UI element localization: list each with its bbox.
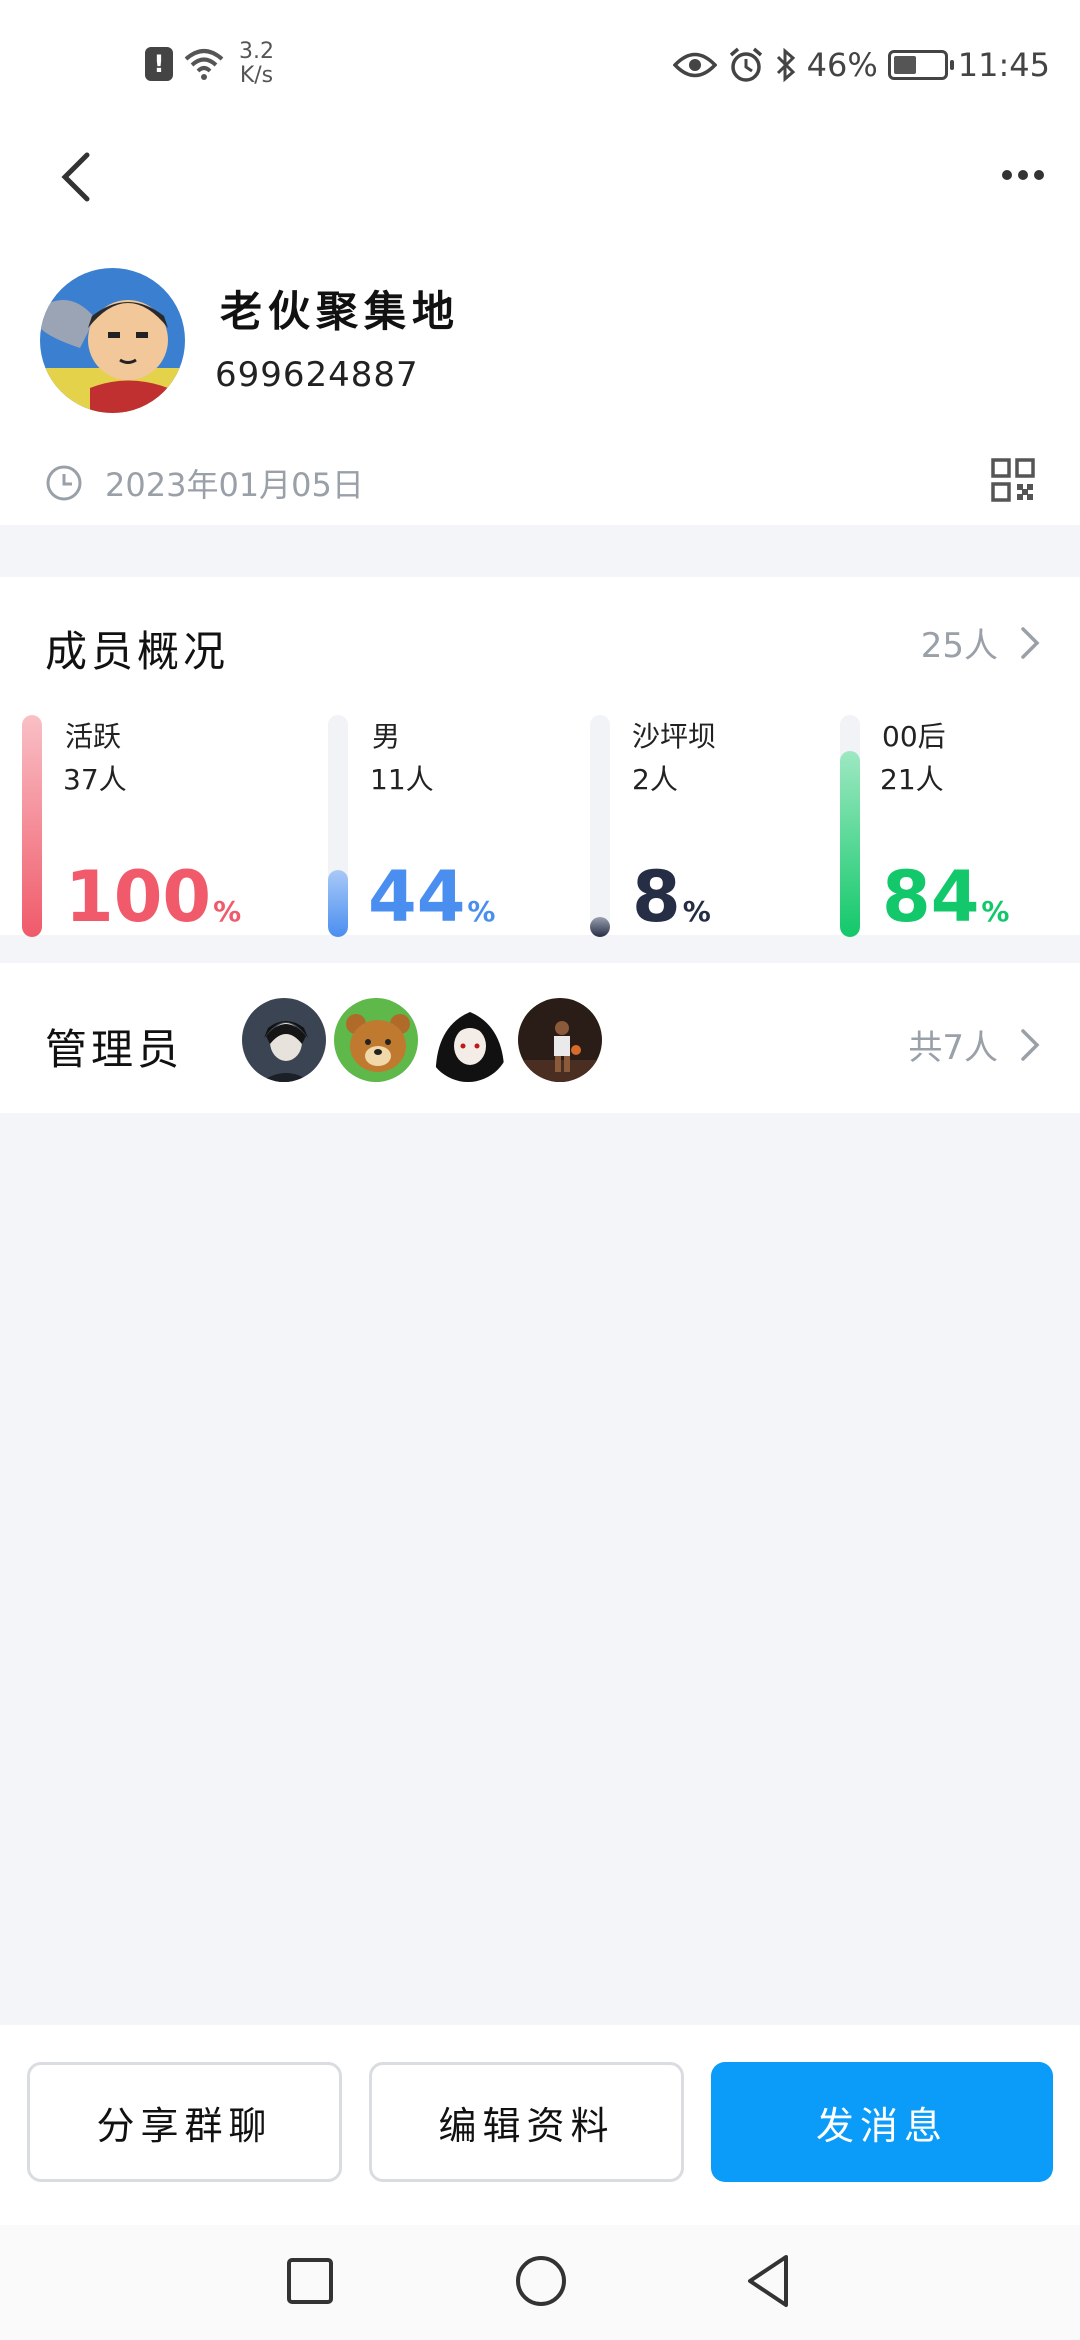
battery-percent: 46%: [806, 46, 878, 84]
admin-avatar[interactable]: [516, 996, 604, 1084]
stat-percent-unit: %: [981, 895, 1010, 928]
stat-bar-male: [328, 715, 348, 937]
bluetooth-icon: [776, 47, 795, 83]
stat-label-region: 沙坪坝: [632, 720, 717, 753]
admin-avatar[interactable]: [240, 996, 328, 1084]
stat-percent-male: 44%: [368, 862, 495, 947]
clock-time: 11:45: [957, 46, 1050, 84]
stat-percent-value: 100: [65, 856, 212, 938]
square-icon: [287, 2258, 333, 2304]
admins-title: 管理员: [45, 1025, 184, 1074]
member-total: 25人: [920, 626, 998, 666]
network-speed: 3.2 K/s: [239, 40, 274, 88]
stat-percent-post00: 84%: [882, 862, 1009, 947]
circle-icon: [516, 2256, 566, 2306]
stat-percent-unit: %: [682, 895, 711, 928]
stat-label-active: 活跃: [65, 720, 122, 753]
stat-count-male: 11人: [370, 763, 434, 796]
triangle-back-icon: [748, 2255, 788, 2307]
more-dot: [1002, 170, 1012, 180]
stat-bar-region: [590, 715, 610, 937]
alert-icon: !: [145, 47, 173, 81]
member-overview-title: 成员概况: [45, 627, 230, 676]
admins-total: 共7人: [908, 1028, 998, 1068]
stat-percent-value: 44: [368, 856, 466, 938]
group-name: 老伙聚集地: [220, 287, 461, 336]
stat-label-post00: 00后: [882, 720, 946, 753]
status-right: 46% 11:45: [672, 46, 1050, 84]
stat-bar-post00: [840, 715, 860, 937]
share-group-button[interactable]: 分享群聊: [27, 2062, 342, 2182]
stat-count-post00: 21人: [880, 763, 944, 796]
stat-label-male: 男: [372, 720, 401, 753]
back-button[interactable]: [40, 142, 110, 212]
member-total-link[interactable]: 25人: [921, 618, 1040, 667]
stat-count-region: 2人: [632, 763, 678, 796]
network-speed-unit: K/s: [239, 63, 274, 88]
status-left: ! 3.2 K/s: [145, 40, 274, 88]
created-date: 2023年01月05日: [105, 466, 364, 504]
chevron-right-icon: [1021, 626, 1040, 659]
admin-avatar[interactable]: [424, 996, 512, 1084]
stat-percent-region: 8%: [632, 862, 711, 947]
more-dot: [1018, 170, 1028, 180]
recents-button[interactable]: [286, 2257, 334, 2309]
admins-total-link[interactable]: 共7人: [908, 1020, 1040, 1069]
stat-count-active: 37人: [63, 763, 127, 796]
alarm-icon: [729, 47, 762, 82]
admin-avatar[interactable]: [332, 996, 420, 1084]
qr-code-button[interactable]: [991, 458, 1035, 502]
send-message-button[interactable]: 发消息: [711, 2062, 1053, 2182]
group-id: 699624887: [215, 355, 419, 395]
more-button[interactable]: [988, 150, 1058, 200]
created-date-row: 2023年01月05日: [45, 460, 364, 506]
stat-percent-unit: %: [467, 895, 496, 928]
stat-percent-value: 8: [632, 856, 681, 938]
nav-back-button[interactable]: [744, 2253, 792, 2313]
stat-bar-active: [22, 715, 42, 937]
group-avatar[interactable]: [40, 268, 185, 413]
battery-icon: [887, 50, 954, 80]
chevron-left-icon: [61, 152, 90, 202]
wifi-icon: [184, 49, 224, 80]
chevron-right-icon: [1021, 1028, 1040, 1061]
stat-percent-unit: %: [213, 895, 242, 928]
network-speed-value: 3.2: [239, 39, 274, 64]
eye-icon: [672, 52, 717, 78]
qr-code-icon: [991, 458, 1035, 502]
edit-profile-button[interactable]: 编辑资料: [369, 2062, 684, 2182]
home-button[interactable]: [514, 2254, 568, 2312]
stat-percent-value: 84: [882, 856, 980, 938]
stat-percent-active: 100%: [65, 862, 241, 947]
clock-icon: [46, 465, 82, 501]
more-dot: [1034, 170, 1044, 180]
